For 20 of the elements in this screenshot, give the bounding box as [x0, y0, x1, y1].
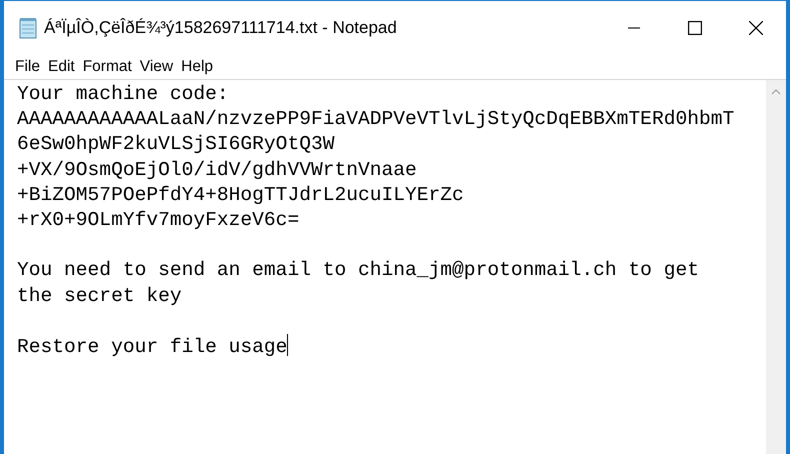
notepad-icon — [18, 17, 38, 39]
text-line: +rX0+9OLmYfv7moyFxzeV6c= — [17, 208, 300, 234]
maximize-icon — [688, 21, 702, 35]
text-line: Restore your file usage — [17, 334, 290, 360]
text-line: You need to send an email to china_jm@protonmail.ch to get the secret key — [17, 258, 700, 309]
text-cursor — [287, 334, 288, 356]
scrollbar[interactable] — [766, 80, 786, 454]
text-line: +VX/9OsmQoEjOl0/idV/gdhVVWrtnVnaae — [17, 158, 418, 183]
menu-item[interactable]: View — [136, 58, 178, 76]
menu-item[interactable]: Format — [78, 58, 136, 76]
text-line: 6eSw0hpWF2kuVLSjSI6GRyOtQ3W — [17, 132, 336, 158]
menu-item[interactable]: Help — [177, 58, 218, 76]
menu-item[interactable]: Edit — [44, 58, 79, 76]
window-title: ÁªÏµÎÒ,ÇëÎðÉ¾³ý1582697111714.txt - Notepad — [44, 18, 397, 38]
text-line: AAAAAAAAAAAALaaN/nzvzePP9FiaVADPVeVTlvLjStyQcDqEBBXmTERd0hbmT — [17, 107, 736, 132]
menu-item[interactable]: File — [11, 58, 44, 76]
text-line: Your machine code: — [17, 82, 230, 107]
close-icon — [748, 21, 762, 35]
scroll-up-icon[interactable] — [771, 89, 781, 95]
text-line: +BiZOM57POePfdY4+8HogTTJdrL2ucuILYErZc — [17, 182, 465, 208]
